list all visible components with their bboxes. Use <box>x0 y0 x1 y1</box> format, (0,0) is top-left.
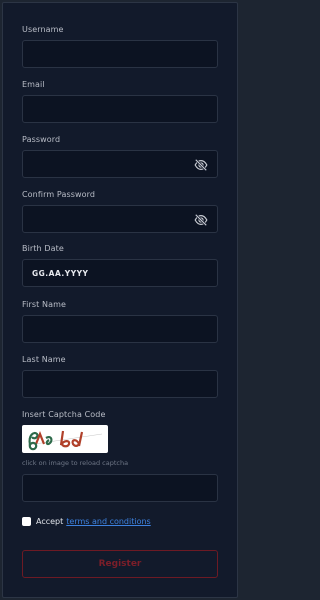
captcha-graphic <box>27 430 103 451</box>
captcha-label: Insert Captcha Code <box>22 410 106 419</box>
accept-terms-row: Accept terms and conditions <box>22 517 151 526</box>
captcha-image[interactable] <box>22 425 108 453</box>
last-name-field[interactable] <box>22 370 218 398</box>
captcha-hint: click on image to reload captcha <box>22 459 129 467</box>
confirm-password-input[interactable] <box>23 206 217 232</box>
last-name-input[interactable] <box>23 371 217 397</box>
username-field[interactable] <box>22 40 218 68</box>
captcha-input[interactable] <box>23 475 217 501</box>
first-name-label: First Name <box>22 300 66 309</box>
first-name-input[interactable] <box>23 316 217 342</box>
accept-label: Accept <box>36 517 64 526</box>
username-label: Username <box>22 25 64 34</box>
birth-date-label: Birth Date <box>22 244 64 253</box>
captcha-field[interactable] <box>22 474 218 502</box>
birth-date-field[interactable] <box>22 259 218 287</box>
password-field[interactable] <box>22 150 218 178</box>
username-input[interactable] <box>23 41 217 67</box>
eye-slash-icon[interactable] <box>194 213 208 227</box>
eye-slash-icon[interactable] <box>194 158 208 172</box>
password-input[interactable] <box>23 151 217 177</box>
last-name-label: Last Name <box>22 355 66 364</box>
birth-date-input[interactable] <box>23 260 217 286</box>
confirm-password-field[interactable] <box>22 205 218 233</box>
email-input[interactable] <box>23 96 217 122</box>
confirm-password-label: Confirm Password <box>22 190 96 199</box>
email-field[interactable] <box>22 95 218 123</box>
first-name-field[interactable] <box>22 315 218 343</box>
password-label: Password <box>22 135 61 144</box>
accept-checkbox[interactable] <box>22 517 31 526</box>
terms-link[interactable]: terms and conditions <box>66 517 150 526</box>
email-label: Email <box>22 80 45 89</box>
register-button[interactable]: Register <box>22 550 218 578</box>
